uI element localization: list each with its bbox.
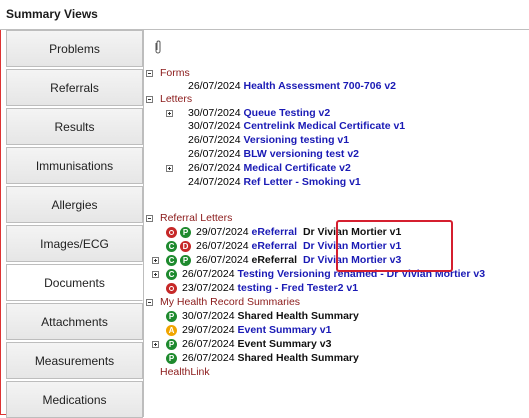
window-title: Summary Views xyxy=(6,7,98,21)
sidebar: Problems Referrals Results Immunisations… xyxy=(6,30,143,418)
expand-icon[interactable] xyxy=(166,110,173,117)
tab-referrals[interactable]: Referrals xyxy=(6,69,143,106)
tree-item[interactable]: 26/07/2024 Health Assessment 700-706 v2 xyxy=(188,80,396,93)
item-title[interactable]: BLW versioning test v2 xyxy=(243,148,359,160)
item-title[interactable]: Medical Certificate v2 xyxy=(243,162,350,174)
item-date: 26/07/2024 xyxy=(188,80,241,92)
status-o-icon xyxy=(166,283,177,294)
item-title[interactable]: Shared Health Summary xyxy=(237,310,358,322)
tab-documents[interactable]: Documents xyxy=(6,264,143,301)
group-label: HealthLink xyxy=(160,366,210,378)
item-title[interactable]: Queue Testing v2 xyxy=(243,107,330,119)
expand-icon[interactable] xyxy=(166,165,173,172)
item-title[interactable]: Event Summary v3 xyxy=(237,338,331,350)
tree-item[interactable]: 26/07/2024 Versioning testing v1 xyxy=(188,134,349,147)
group-label: Forms xyxy=(160,67,190,79)
item-date: 29/07/2024 xyxy=(196,226,249,238)
tab-allergies[interactable]: Allergies xyxy=(6,186,143,223)
item-date: 26/07/2024 xyxy=(196,240,249,252)
tab-images-ecg[interactable]: Images/ECG xyxy=(6,225,143,262)
tab-label: Problems xyxy=(49,41,100,56)
item-date: 26/07/2024 xyxy=(188,134,241,146)
paperclip-icon[interactable] xyxy=(154,40,162,57)
item-title[interactable]: Health Assessment 700-706 v2 xyxy=(243,80,396,92)
tab-medications[interactable]: Medications xyxy=(6,381,143,418)
item-title[interactable]: testing - Fred Tester2 v1 xyxy=(237,282,358,294)
title-bar: Summary Views xyxy=(0,0,529,30)
status-o-icon xyxy=(166,227,177,238)
item-title[interactable]: Centrelink Medical Certificate v1 xyxy=(243,120,405,132)
item-date: 30/07/2024 xyxy=(188,120,241,132)
status-d-icon: D xyxy=(180,241,191,252)
item-date: 24/07/2024 xyxy=(188,176,241,188)
status-p-icon: P xyxy=(166,339,177,350)
status-a-icon: A xyxy=(166,325,177,336)
item-title[interactable]: eReferral xyxy=(251,254,297,266)
tab-immunisations[interactable]: Immunisations xyxy=(6,147,143,184)
item-date: 26/07/2024 xyxy=(182,352,235,364)
tab-attachments[interactable]: Attachments xyxy=(6,303,143,340)
item-date: 26/07/2024 xyxy=(188,162,241,174)
expand-icon[interactable] xyxy=(152,341,159,348)
group-label: Referral Letters xyxy=(160,212,233,224)
tab-measurements[interactable]: Measurements xyxy=(6,342,143,379)
status-p-icon: P xyxy=(180,227,191,238)
tab-label: Results xyxy=(54,119,95,134)
status-c-icon: C xyxy=(166,269,177,280)
group-label: Letters xyxy=(160,93,193,105)
tab-label: Medications xyxy=(42,392,107,407)
collapse-icon[interactable] xyxy=(146,215,153,222)
item-title[interactable]: eReferral xyxy=(251,226,297,238)
item-date: 29/07/2024 xyxy=(182,324,235,336)
item-title[interactable]: eReferral xyxy=(251,240,297,252)
item-date: 26/07/2024 xyxy=(182,338,235,350)
tab-label: Measurements xyxy=(34,353,115,368)
collapse-icon[interactable] xyxy=(146,299,153,306)
item-date: 26/07/2024 xyxy=(188,148,241,160)
status-p-icon: P xyxy=(166,353,177,364)
tab-label: Images/ECG xyxy=(40,236,109,251)
tab-label: Immunisations xyxy=(35,158,114,173)
item-title[interactable]: Ref Letter - Smoking v1 xyxy=(243,176,360,188)
expand-icon[interactable] xyxy=(152,271,159,278)
status-p-icon: P xyxy=(180,255,191,266)
item-title[interactable]: Shared Health Summary xyxy=(237,352,358,364)
tree-item[interactable]: 24/07/2024 Ref Letter - Smoking v1 xyxy=(188,176,361,189)
tab-label: Attachments xyxy=(41,314,108,329)
group-label: My Health Record Summaries xyxy=(160,296,301,308)
expand-icon[interactable] xyxy=(152,257,159,264)
collapse-icon[interactable] xyxy=(146,96,153,103)
item-date: 23/07/2024 xyxy=(182,282,235,294)
tab-label: Documents xyxy=(44,275,105,290)
tree-item[interactable]: 30/07/2024 Centrelink Medical Certificat… xyxy=(188,120,405,133)
tab-label: Allergies xyxy=(51,197,98,212)
tab-problems[interactable]: Problems xyxy=(6,30,143,67)
status-c-icon: C xyxy=(166,255,177,266)
status-p-icon: P xyxy=(166,311,177,322)
tab-label: Referrals xyxy=(50,80,99,95)
status-c-icon: C xyxy=(166,241,177,252)
item-date: 26/07/2024 xyxy=(182,268,235,280)
tab-results[interactable]: Results xyxy=(6,108,143,145)
item-title[interactable]: Versioning testing v1 xyxy=(243,134,349,146)
item-date: 30/07/2024 xyxy=(182,310,235,322)
item-date: 26/07/2024 xyxy=(196,254,249,266)
tree-item[interactable]: 26/07/2024 BLW versioning test v2 xyxy=(188,148,359,161)
collapse-icon[interactable] xyxy=(146,70,153,77)
highlight-box xyxy=(336,220,453,272)
item-date: 30/07/2024 xyxy=(188,107,241,119)
item-title[interactable]: Event Summary v1 xyxy=(237,324,331,336)
